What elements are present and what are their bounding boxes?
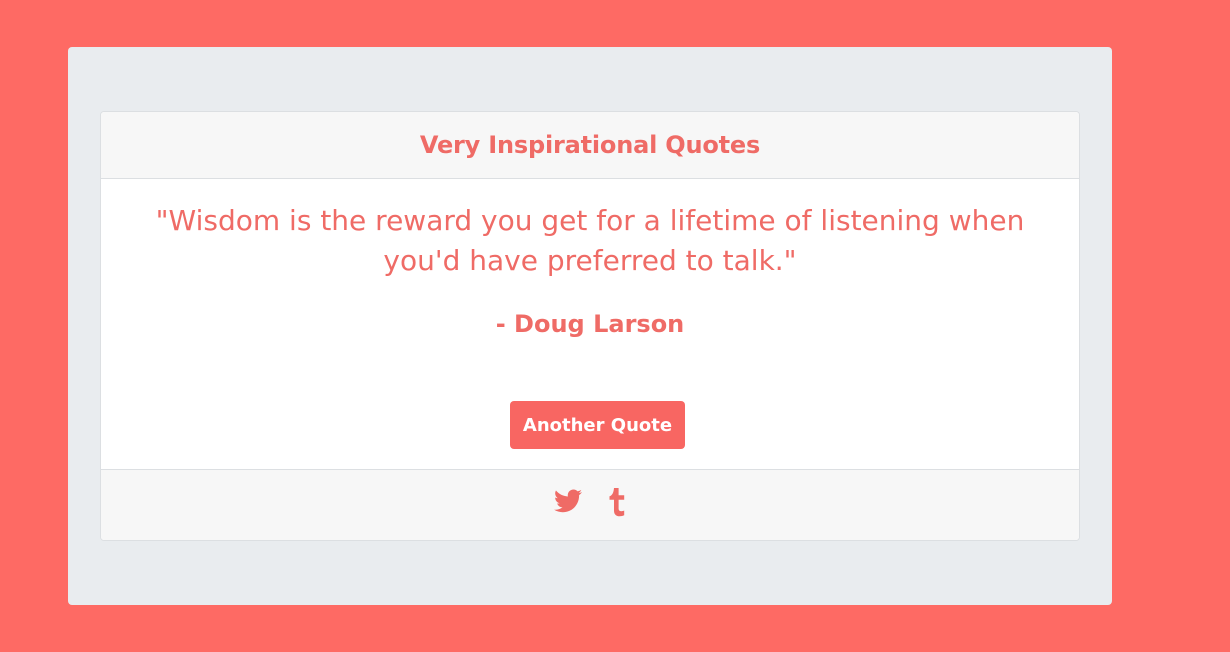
quote-text: "Wisdom is the reward you get for a life…	[155, 204, 1025, 277]
card-header: Very Inspirational Quotes	[101, 112, 1079, 179]
quote-container: Very Inspirational Quotes "Wisdom is the…	[68, 47, 1112, 605]
card-title: Very Inspirational Quotes	[419, 131, 761, 159]
twitter-icon	[554, 489, 582, 513]
another-quote-button[interactable]: Another Quote	[510, 401, 685, 449]
card-footer	[101, 469, 1079, 540]
tumblr-share-link[interactable]	[608, 488, 626, 518]
twitter-share-link[interactable]	[554, 488, 582, 514]
quote-card: Very Inspirational Quotes "Wisdom is the…	[100, 111, 1080, 541]
quote-author: - Doug Larson	[495, 310, 685, 338]
tumblr-icon	[609, 488, 625, 517]
card-body: "Wisdom is the reward you get for a life…	[101, 179, 1079, 469]
